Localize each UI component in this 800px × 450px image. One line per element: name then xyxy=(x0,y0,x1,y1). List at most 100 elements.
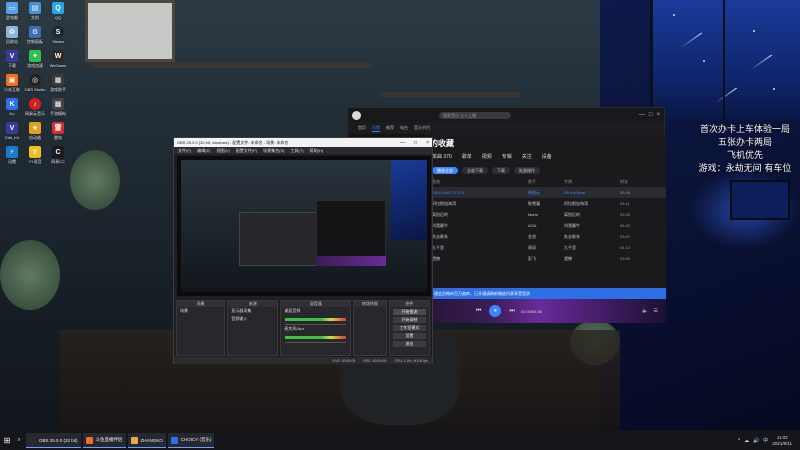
star xyxy=(753,30,755,32)
desktop-icon-column: ▭ 此电脑 ♻ 回收站 V 下载 ▣ 小米互联 K Ko V Edit_Kit ⚡ 迅雷 xyxy=(0,2,24,168)
desktop-icon[interactable]: 雷雷电 xyxy=(46,122,70,144)
tab-home[interactable]: 首页 xyxy=(358,125,366,131)
song-table-header: 歌曲 歌手 专辑 时长 xyxy=(424,176,666,187)
taskbar-app[interactable]: ZHANGKO xyxy=(127,433,166,448)
download-button[interactable]: 下载 xyxy=(492,167,510,174)
tab-recommend[interactable]: 推荐 xyxy=(386,125,394,131)
obs-preview[interactable] xyxy=(177,156,431,296)
subtab-videos[interactable]: 视频 xyxy=(482,153,492,160)
music-search-input[interactable]: 搜索音乐 让人上瘾 xyxy=(439,111,511,119)
minimize-button[interactable]: — xyxy=(639,112,645,118)
obs-title-text: OBS 25.0.0 (32 bit, windows) - 配置文件: 未命名… xyxy=(177,139,289,145)
table-row[interactable]: 阿拉斯加海湾 陈雪凝 阿拉斯加海湾 04:11 xyxy=(424,198,666,209)
table-row[interactable]: 失去联系 金池 失去联系 03:47 xyxy=(424,231,666,242)
pause-button[interactable]: ⏸ xyxy=(489,305,502,317)
subtab-follow[interactable]: 关注 xyxy=(522,153,532,160)
taskbar-app-label: OBS 25.0.0 (32 bit) xyxy=(39,437,78,443)
col-time: 时长 xyxy=(620,178,628,184)
tray-overflow-icon[interactable]: ^ xyxy=(738,438,740,444)
desktop-icon[interactable]: ★ 启动器 xyxy=(23,122,47,144)
close-button[interactable]: × xyxy=(656,112,660,118)
previous-button[interactable]: ⏮ xyxy=(476,308,481,315)
song-title: 失去联系 xyxy=(432,233,448,239)
taskbar-app[interactable]: CHOICY (音乐) xyxy=(167,433,215,448)
taskbar-clock[interactable]: 11:02 2021/9/11 xyxy=(772,435,792,447)
maximize-button[interactable]: □ xyxy=(649,112,653,118)
table-row[interactable]: 离别后的 Marin 离别后的 03:25 xyxy=(424,209,666,220)
next-button[interactable]: ⏭ xyxy=(509,308,514,315)
song-time: 04:02 xyxy=(620,223,631,228)
table-row[interactable]: SKILLAND CLICK 杨霞云 Fill the Beat 03:46 xyxy=(424,187,666,198)
desktop-icon[interactable]: ▭ 此电脑 xyxy=(0,2,24,24)
minimize-button[interactable]: — xyxy=(400,140,405,146)
subtab-playlists[interactable]: 歌单 xyxy=(462,153,472,160)
close-button[interactable]: × xyxy=(426,140,429,146)
menu-file[interactable]: 文件(F) xyxy=(178,148,191,154)
table-row[interactable]: 遗憾 彭飞 遗憾 03:59 xyxy=(424,253,666,264)
studio-mode-button[interactable]: 工作室模式 xyxy=(392,325,426,331)
menu-profile[interactable]: 配置文件(P) xyxy=(236,148,257,154)
desktop-icon[interactable]: ▤ 文档 xyxy=(23,2,47,24)
desktop-icon[interactable]: ♻ 回收站 xyxy=(0,26,24,48)
playlist-icon[interactable]: ☰ xyxy=(654,308,658,314)
desktop-icon[interactable]: ▩ 手游模拟 xyxy=(46,98,70,120)
source-item[interactable]: 音频输入 xyxy=(228,315,277,323)
source-item[interactable]: 显示器采集 xyxy=(228,307,277,315)
ime-icon[interactable]: 中 xyxy=(763,437,768,444)
obs-window: OBS 25.0.0 (32 bit, windows) - 配置文件: 未命名… xyxy=(173,137,433,364)
tab-programs[interactable]: 音乐节目 xyxy=(414,125,430,131)
desktop-icon[interactable]: S Steam xyxy=(46,26,70,48)
desktop-icon[interactable]: V 下载 xyxy=(0,50,24,72)
desktop-icon[interactable]: C 网易CC xyxy=(46,146,70,168)
download-all-button[interactable]: 全部下载 xyxy=(462,167,488,174)
subtab-albums[interactable]: 专辑 xyxy=(502,153,512,160)
col-album: 专辑 xyxy=(564,178,572,184)
volume-slider[interactable] xyxy=(285,342,347,343)
start-button[interactable]: ⊞ xyxy=(0,431,14,450)
taskbar-app[interactable]: 斗鱼直播伴侣 xyxy=(82,433,126,448)
table-row[interactable]: 叫我最牛 AGA 叫我最牛 04:02 xyxy=(424,220,666,231)
menu-view[interactable]: 视图(V) xyxy=(216,148,229,154)
tab-library[interactable]: 乐馆 xyxy=(372,125,380,132)
app-icon: V xyxy=(6,50,18,62)
desktop-icon[interactable]: W WeGame xyxy=(46,50,70,72)
start-recording-button[interactable]: 开始录制 xyxy=(392,317,426,323)
subtab-songs[interactable]: 单曲 370 xyxy=(432,153,452,160)
tab-radio[interactable]: 电台 xyxy=(400,125,408,131)
obs-icon xyxy=(29,436,36,444)
desktop-icon[interactable]: V Edit_Kit xyxy=(0,122,24,144)
desktop-icon[interactable]: Y YY语音 xyxy=(23,146,47,168)
desktop-icon[interactable]: Q QQ xyxy=(46,2,70,24)
menu-tools[interactable]: 工具(T) xyxy=(290,148,303,154)
settings-button[interactable]: 设置 xyxy=(392,333,426,339)
taskbar-app[interactable]: OBS 25.0.0 (32 bit) xyxy=(26,433,81,448)
vip-banner[interactable]: 开通会员畅听百万曲库，已开通请刷新播放列表享受音质 xyxy=(424,288,666,299)
computer-icon: ▭ xyxy=(6,2,18,14)
network-icon[interactable]: ☁ xyxy=(744,438,749,444)
desktop-icon[interactable]: ▦ 游戏助手 xyxy=(46,74,70,96)
desktop-icon[interactable]: ▣ 小米互联 xyxy=(0,74,24,96)
menu-help[interactable]: 帮助(H) xyxy=(310,148,324,154)
batch-button[interactable]: 批量操作 xyxy=(514,167,540,174)
volume-icon[interactable]: 🔈 xyxy=(642,308,648,314)
desktop-icon[interactable]: ⚡ 迅雷 xyxy=(0,146,24,168)
table-row[interactable]: 九千里 周深 九千里 04:13 xyxy=(424,242,666,253)
maximize-button[interactable]: □ xyxy=(414,140,417,146)
menu-edit[interactable]: 编辑(E) xyxy=(197,148,210,154)
song-time: 03:25 xyxy=(620,212,631,217)
song-time: 04:13 xyxy=(620,245,631,250)
desktop-icon[interactable]: ✦ 游戏加速 xyxy=(23,50,47,72)
desktop-icon[interactable]: K Ko xyxy=(0,98,24,120)
taskbar-search-button[interactable]: ⌕ xyxy=(14,431,24,450)
menu-scene-collection[interactable]: 场景集合(S) xyxy=(263,148,284,154)
desktop-icon[interactable]: ◎ OBS Studio xyxy=(23,74,47,96)
desktop-icon[interactable]: ♪ 网易云音乐 xyxy=(23,98,47,120)
play-all-button[interactable]: 播放全部 xyxy=(432,167,458,174)
desktop-icon[interactable]: ⚙ 控制面板 xyxy=(23,26,47,48)
scene-item[interactable]: 场景 xyxy=(177,307,224,315)
exit-button[interactable]: 退出 xyxy=(392,341,426,347)
song-artist: 杨霞云 xyxy=(528,189,540,195)
subtab-devices[interactable]: 设备 xyxy=(542,153,552,160)
start-streaming-button[interactable]: 开始推流 xyxy=(392,309,426,315)
volume-icon[interactable]: 🔊 xyxy=(753,438,759,444)
